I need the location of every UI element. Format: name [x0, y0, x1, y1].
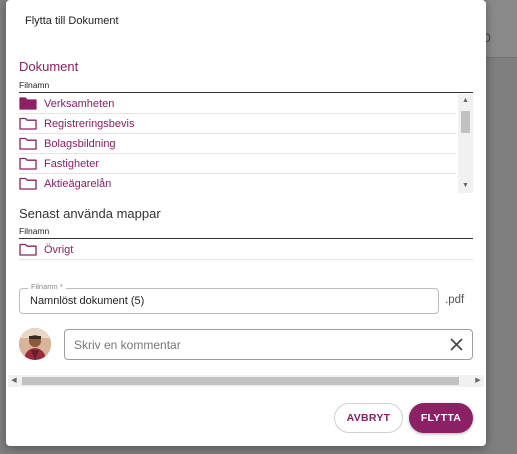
move-button[interactable]: FLYTTA: [409, 403, 473, 433]
cancel-button[interactable]: AVBRYT: [334, 403, 403, 433]
recent-folders-title: Senast använda mappar: [19, 206, 161, 221]
folder-name: Fastigheter: [44, 157, 100, 170]
close-icon[interactable]: [449, 337, 464, 352]
folder-filled-icon: [19, 97, 37, 110]
avatar: [19, 328, 51, 360]
dialog-title: Flytta till Dokument: [25, 15, 119, 27]
folder-icon: [19, 117, 37, 130]
filename-label: Filnamn *: [28, 282, 66, 291]
folder-name: Aktieägarelån: [44, 177, 112, 190]
scroll-right-icon[interactable]: ▶: [472, 375, 484, 387]
folder-name: Bolagsbildning: [44, 137, 116, 150]
scrollbar-thumb[interactable]: [22, 377, 459, 385]
filename-value[interactable]: Namnlöst dokument (5): [30, 295, 144, 307]
comment-placeholder: Skriv en kommentar: [74, 338, 181, 352]
scrollbar-thumb[interactable]: [461, 111, 470, 133]
folder-icon: [19, 243, 37, 256]
documents-folder-list: Verksamheten Registreringsbevis Bolagsbi…: [19, 94, 473, 193]
background-toolbar: [486, 0, 517, 58]
scroll-up-icon[interactable]: ▲: [458, 94, 473, 108]
folder-row[interactable]: Verksamheten: [19, 94, 456, 114]
documents-section-title: Dokument: [19, 59, 79, 74]
folder-icon: [19, 157, 37, 170]
recent-folder-row[interactable]: Övrigt: [19, 240, 473, 260]
folder-icon: [19, 137, 37, 150]
folder-row[interactable]: Registreringsbevis: [19, 114, 456, 134]
scroll-left-icon[interactable]: ◀: [8, 375, 20, 387]
file-extension: .pdf: [445, 294, 465, 306]
documents-column-header: Filnamn: [19, 80, 473, 93]
folder-name: Verksamheten: [44, 97, 115, 110]
comment-input[interactable]: Skriv en kommentar: [64, 329, 473, 360]
move-dialog: Flytta till Dokument Dokument Filnamn Ve…: [6, 0, 486, 446]
filename-input[interactable]: Filnamn * Namnlöst dokument (5): [19, 282, 439, 314]
recent-column-header: Filnamn: [19, 226, 473, 239]
folder-list-scrollbar[interactable]: ▲ ▼: [458, 94, 473, 193]
folder-name: Övrigt: [44, 243, 74, 256]
folder-row[interactable]: Fastigheter: [19, 154, 456, 174]
folder-row[interactable]: Aktieägarelån: [19, 174, 456, 193]
folder-name: Registreringsbevis: [44, 117, 135, 130]
folder-row[interactable]: Bolagsbildning: [19, 134, 456, 154]
scroll-down-icon[interactable]: ▼: [458, 179, 473, 193]
horizontal-scrollbar[interactable]: ◀ ▶: [8, 375, 484, 387]
folder-icon: [19, 177, 37, 190]
